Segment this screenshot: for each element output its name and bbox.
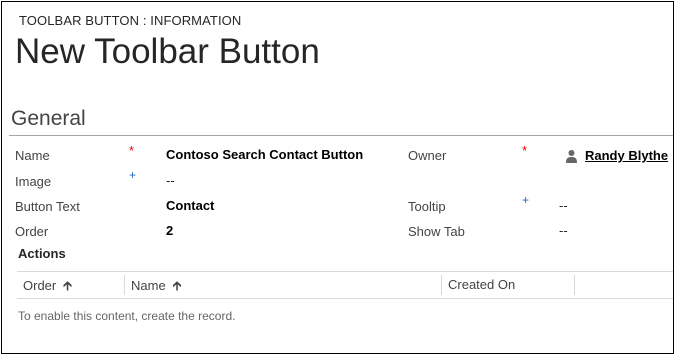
grid-header-bottom-border [17,298,673,299]
column-header-name[interactable]: Name 🡱 [131,277,182,299]
arrow-up-icon: 🡱 [172,278,182,293]
column-header-order-label: Order [23,278,57,293]
page-title: New Toolbar Button [15,32,320,71]
column-separator[interactable] [574,275,575,295]
column-separator[interactable] [124,275,125,295]
column-header-name-label: Name [131,278,166,293]
owner-link[interactable]: Randy Blythe [585,148,668,163]
button-text-label: Button Text [15,199,80,214]
tooltip-recommended-marker: + [522,193,530,207]
image-recommended-marker: + [129,168,137,182]
actions-grid-header: Order 🡱 Name 🡱 Created On [17,272,673,298]
person-icon [566,150,577,163]
button-text-field[interactable]: Contact [166,198,214,213]
name-label: Name [15,148,50,163]
name-required-marker: * [129,143,135,158]
owner-required-marker: * [522,143,528,158]
image-label: Image [15,174,52,189]
tooltip-label: Tooltip [408,199,446,214]
form-frame: TOOLBAR BUTTON : INFORMATION New Toolbar… [1,1,674,354]
tooltip-field[interactable]: -- [559,198,568,213]
grid-empty-message: To enable this content, create the recor… [18,309,236,323]
order-field[interactable]: 2 [166,223,173,238]
arrow-up-icon: 🡱 [62,278,73,293]
section-divider [9,135,673,136]
show-tab-field[interactable]: -- [559,223,568,238]
owner-label: Owner [408,148,447,163]
column-header-order[interactable]: Order 🡱 [23,277,72,299]
name-field[interactable]: Contoso Search Contact Button [166,147,363,162]
order-label: Order [15,224,49,239]
section-title-general: General [11,107,86,130]
column-separator[interactable] [441,275,442,295]
show-tab-label: Show Tab [408,224,465,239]
column-header-created-on-label: Created On [448,277,516,292]
actions-subgrid-title: Actions [18,246,66,261]
entity-type-label: TOOLBAR BUTTON : INFORMATION [19,13,242,28]
image-field[interactable]: -- [166,173,175,188]
column-header-created-on[interactable]: Created On [448,277,515,292]
